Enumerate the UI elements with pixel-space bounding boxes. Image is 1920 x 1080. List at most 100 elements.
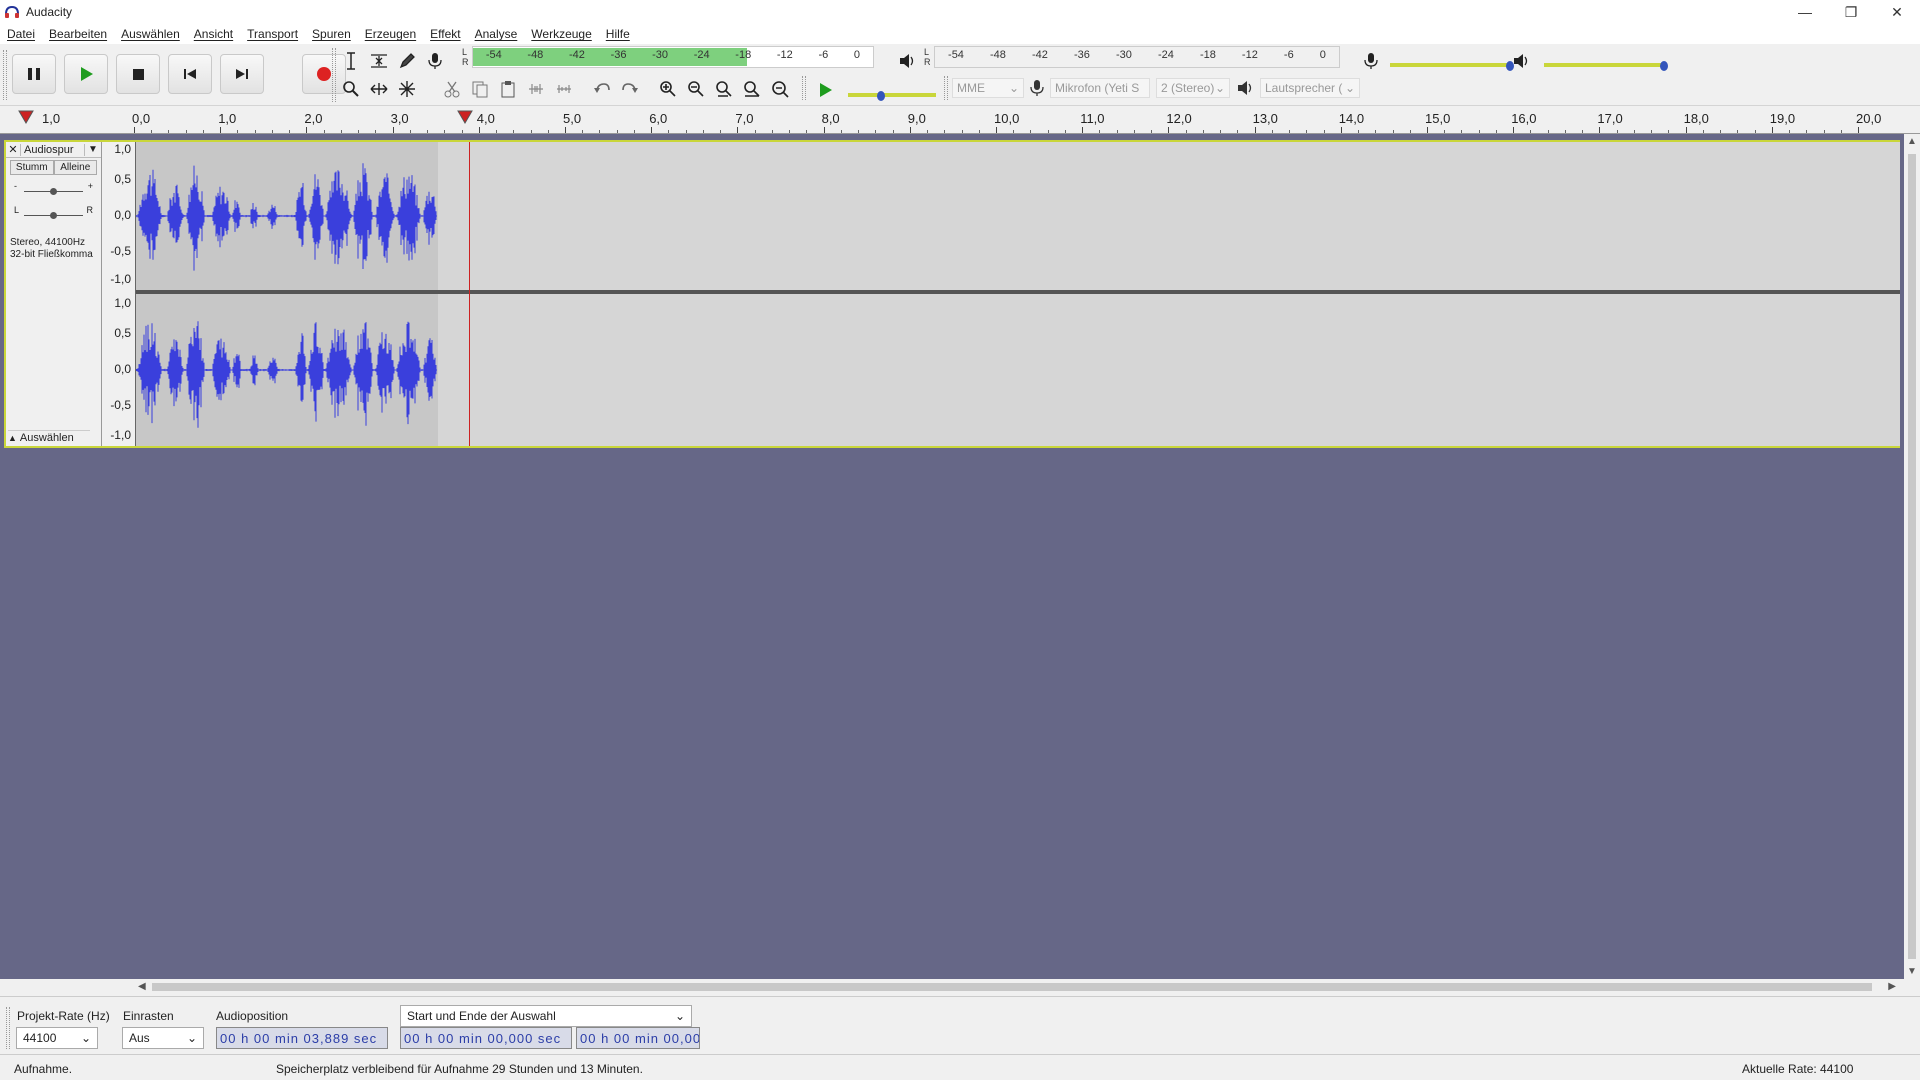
stop-button[interactable] (116, 54, 160, 94)
timeshift-tool-icon[interactable] (366, 76, 392, 102)
selection-start-field[interactable]: 00 h 00 min 00,000 sec (400, 1027, 572, 1049)
silence-icon[interactable] (550, 76, 578, 102)
menu-bearbeiten[interactable]: Bearbeiten (42, 27, 114, 41)
status-bar: Aufnahme. Speicherplatz verbleibend für … (0, 1054, 1920, 1080)
audio-track[interactable]: ✕ Audiospur ▼ Stumm Alleine - + L R Ster… (4, 140, 1900, 448)
project-rate-value: 44100 (23, 1031, 57, 1045)
project-rate-dropdown[interactable]: 44100 ⌄ (16, 1027, 98, 1049)
multi-tool-icon[interactable] (394, 76, 420, 102)
envelope-tool-icon[interactable] (366, 48, 392, 74)
copy-icon[interactable] (466, 76, 494, 102)
snap-dropdown[interactable]: Aus ⌄ (122, 1027, 204, 1049)
ruler-minor-tick (720, 130, 722, 133)
track-menu-chevron-icon[interactable]: ▼ (85, 144, 101, 155)
horizontal-scrollbar[interactable]: ◀ ▶ (130, 979, 1904, 995)
trim-icon[interactable] (522, 76, 550, 102)
play-at-speed-icon[interactable] (812, 77, 838, 103)
scroll-up-icon[interactable]: ▲ (1907, 136, 1917, 147)
audio-position-field[interactable]: 00 h 00 min 03,889 sec (216, 1027, 388, 1049)
menu-auswaehlen[interactable]: Auswählen (114, 27, 187, 41)
timeline-ruler[interactable]: 1,0 0,0 1,0 2,0 3,0 4,0 5,0 6,0 7,0 8,0 9,0 10,0 11… (0, 106, 1920, 134)
right-waveform (136, 321, 437, 428)
ruler-minor-tick (1547, 130, 1549, 133)
play-speed-slider[interactable] (844, 78, 936, 101)
ruler-minor-tick (1823, 130, 1825, 133)
record-meter[interactable]: LR -54 -48 -42 -36 -30 -24 -18 -12 -6 0 (462, 46, 878, 68)
scroll-left-icon[interactable]: ◀ (138, 981, 146, 992)
pause-button[interactable] (12, 54, 56, 94)
record-volume-slider[interactable] (1386, 48, 1514, 71)
menu-analyse[interactable]: Analyse (468, 27, 525, 41)
zoom-out-icon[interactable] (682, 76, 710, 102)
play-head-icon[interactable] (457, 109, 473, 125)
fit-project-icon[interactable] (738, 76, 766, 102)
right-channel[interactable] (136, 294, 1900, 446)
close-track-icon[interactable]: ✕ (6, 143, 20, 156)
left-channel[interactable] (136, 142, 1900, 290)
fit-selection-icon[interactable] (710, 76, 738, 102)
ruler-tick-label: 20,0 (1856, 111, 1882, 126)
pan-slider[interactable]: L R (14, 205, 93, 223)
channels-dropdown[interactable]: 2 (Stereo) ⌄ (1156, 78, 1230, 98)
host-dropdown[interactable]: MME ⌄ (952, 78, 1024, 98)
menu-werkzeuge[interactable]: Werkzeuge (524, 27, 598, 41)
skip-start-button[interactable] (168, 54, 212, 94)
amplitude-scale[interactable]: 1,0 0,5 0,0 -0,5 -1,0 1,0 0,5 0,0 -0,5 -… (102, 142, 136, 446)
menu-datei[interactable]: Datei (0, 27, 42, 41)
minimize-button[interactable]: — (1782, 0, 1828, 24)
toolbar-grip[interactable] (802, 76, 806, 100)
horizontal-scroll-thumb[interactable] (152, 983, 1872, 991)
microphone-icon[interactable] (422, 48, 448, 74)
selection-tool-icon[interactable] (338, 48, 364, 74)
toolbar-grip[interactable] (944, 76, 948, 100)
timeline-options-icon[interactable] (18, 109, 34, 125)
menu-erzeugen[interactable]: Erzeugen (358, 27, 423, 41)
ruler-minor-tick (1013, 130, 1015, 133)
zoom-tool-icon[interactable] (338, 76, 364, 102)
solo-button[interactable]: Alleine (53, 160, 97, 175)
track-area[interactable]: ✕ Audiospur ▼ Stumm Alleine - + L R Ster… (0, 134, 1904, 979)
toolbar-grip[interactable] (6, 1007, 10, 1049)
output-device-dropdown[interactable]: Lautsprecher (⌄ (1260, 78, 1360, 98)
playback-volume-slider[interactable] (1540, 48, 1668, 71)
menu-hilfe[interactable]: Hilfe (599, 27, 637, 41)
vertical-scroll-thumb[interactable] (1908, 154, 1916, 959)
selection-mode-dropdown[interactable]: Start und Ende der Auswahl ⌄ (400, 1005, 692, 1027)
scroll-right-icon[interactable]: ▶ (1888, 981, 1896, 992)
skip-end-button[interactable] (220, 54, 264, 94)
cut-icon[interactable] (438, 76, 466, 102)
playback-meter[interactable]: LR -54 -48 -42 -36 -30 -24 -18 -12 -6 0 (924, 46, 1344, 68)
ruler-minor-tick (1409, 130, 1411, 133)
menu-transport[interactable]: Transport (240, 27, 305, 41)
menu-ansicht[interactable]: Ansicht (187, 27, 240, 41)
ruler-tick-label: 8,0 (821, 111, 840, 126)
redo-icon[interactable] (616, 76, 644, 102)
gain-slider[interactable]: - + (14, 181, 93, 199)
meter-tick: -48 (527, 49, 544, 61)
toolbar-grip[interactable] (3, 50, 7, 100)
maximize-button[interactable]: ❐ (1828, 0, 1874, 24)
ruler-tick (1685, 127, 1687, 133)
vertical-scrollbar[interactable]: ▲ ▼ (1904, 134, 1920, 979)
menu-effekt[interactable]: Effekt (423, 27, 467, 41)
zoom-toggle-icon[interactable] (766, 76, 794, 102)
selection-end-field[interactable]: 00 h 00 min 00,00 (576, 1027, 700, 1049)
toolbar-grip[interactable] (332, 48, 336, 102)
draw-tool-icon[interactable] (394, 48, 420, 74)
menu-spuren[interactable]: Spuren (305, 27, 358, 41)
track-name[interactable]: Audiospur (20, 143, 85, 156)
ruler-minor-tick (1651, 130, 1653, 133)
undo-icon[interactable] (588, 76, 616, 102)
paste-icon[interactable] (494, 76, 522, 102)
scroll-down-icon[interactable]: ▼ (1907, 966, 1917, 977)
ruler-tick-label: 12,0 (1166, 111, 1192, 126)
mute-button[interactable]: Stumm (10, 160, 54, 175)
zoom-in-icon[interactable] (654, 76, 682, 102)
select-track-button[interactable]: ▲ Auswählen (8, 430, 90, 444)
waveform-area[interactable] (136, 142, 1900, 446)
speaker-icon[interactable] (894, 48, 920, 74)
input-device-dropdown[interactable]: Mikrofon (Yeti S (1050, 78, 1150, 98)
skip-start-icon (184, 69, 196, 79)
close-button[interactable]: ✕ (1874, 0, 1920, 24)
play-button[interactable] (64, 54, 108, 94)
